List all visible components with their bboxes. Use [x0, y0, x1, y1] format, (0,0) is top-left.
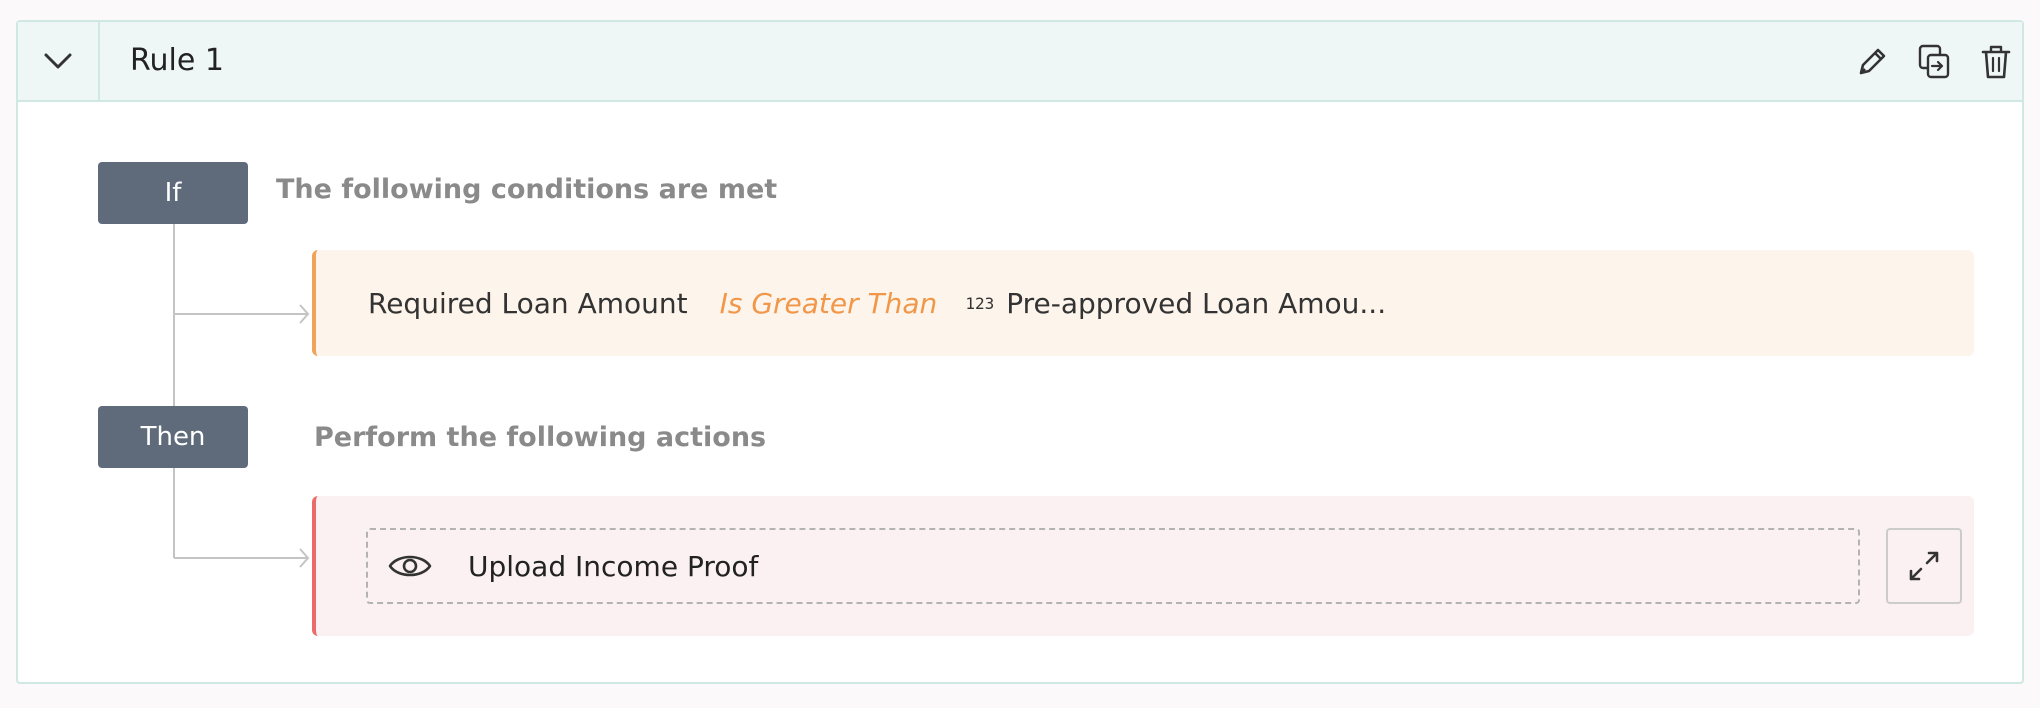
condition-value: Pre-approved Loan Amou...: [1006, 286, 1387, 320]
eye-icon: [388, 551, 432, 581]
number-type-icon: 123: [965, 293, 995, 313]
then-badge: Then: [98, 406, 248, 468]
expand-button[interactable]: [1886, 528, 1962, 604]
action-item[interactable]: Upload Income Proof: [366, 528, 1860, 604]
action-block: Upload Income Proof: [312, 496, 1974, 636]
condition-operator: Is Greater Than: [719, 286, 938, 320]
if-badge: If: [98, 162, 248, 224]
condition-field: Required Loan Amount: [368, 286, 688, 320]
action-label: Upload Income Proof: [468, 549, 759, 583]
rule-card: Rule 1 If The following conditions are m…: [16, 20, 2024, 684]
condition-row: Required Loan Amount Is Greater Than 123…: [368, 250, 1386, 356]
if-description: The following conditions are met: [276, 174, 778, 205]
expand-icon: [1909, 551, 1939, 581]
then-description: Perform the following actions: [314, 422, 767, 453]
condition-block[interactable]: Required Loan Amount Is Greater Than 123…: [312, 250, 1974, 356]
